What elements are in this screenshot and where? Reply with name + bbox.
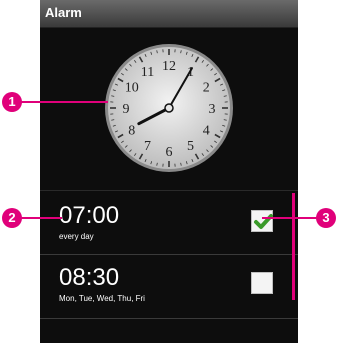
title-bar: Alarm [40,0,298,28]
clock-numeral: 10 [125,81,139,96]
divider [40,190,298,191]
clock-center-pin [164,103,174,113]
clock-numeral: 12 [162,59,176,74]
alarm-row-1[interactable]: 07:00 every day [40,196,298,258]
clock-numeral: 4 [203,124,210,139]
clock-numeral: 8 [128,124,135,139]
alarm-repeat-days: every day [59,232,94,241]
scrollbar[interactable] [292,193,295,300]
alarm-enabled-checkbox[interactable] [251,272,273,294]
callout-line-3 [262,217,318,219]
clock-numeral: 3 [209,102,216,117]
callout-badge-1: 1 [2,92,22,112]
clock-numeral: 11 [141,65,154,80]
divider [40,318,298,319]
callout-line-1 [20,101,108,103]
clock-numeral: 9 [123,102,130,117]
callout-line-2 [20,217,62,219]
alarm-repeat-days: Mon, Tue, Wed, Thu, Fri [59,294,145,303]
clock-numeral: 7 [144,139,151,154]
callout-badge-3: 3 [316,208,336,228]
clock-numeral: 6 [166,145,173,160]
app-title: Alarm [45,5,82,20]
alarm-time: 07:00 [59,202,120,229]
callout-badge-2: 2 [2,208,22,228]
clock-numeral: 2 [203,81,210,96]
analog-clock[interactable]: 121234567891011 [101,40,237,176]
clock-numeral: 5 [187,139,194,154]
checkmark-icon [254,214,273,229]
alarm-row-2[interactable]: 08:30 Mon, Tue, Wed, Thu, Fri [40,258,298,320]
alarm-screen: Alarm 121234567891011 07:00 every day 08… [40,0,298,343]
divider [40,254,298,255]
alarm-enabled-checkbox[interactable] [251,210,273,232]
alarm-time: 08:30 [59,264,120,291]
